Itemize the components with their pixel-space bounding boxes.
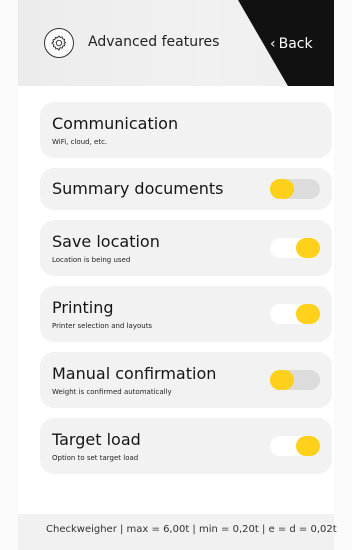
setting-title: Manual confirmation	[52, 364, 217, 383]
printing-toggle[interactable]	[270, 304, 320, 324]
setting-manual-confirmation[interactable]: Manual confirmation Weight is confirmed …	[40, 352, 332, 408]
frame-right	[334, 0, 352, 550]
setting-title: Printing	[52, 298, 114, 317]
screen: Advanced features ‹ Back Communication W…	[0, 0, 352, 550]
save-location-toggle[interactable]	[270, 238, 320, 258]
toggle-knob	[296, 238, 320, 258]
manual-confirmation-toggle[interactable]	[270, 370, 320, 390]
setting-title: Communication	[52, 114, 179, 133]
header: Advanced features ‹ Back	[18, 0, 334, 86]
toggle-knob	[270, 370, 294, 390]
setting-subtitle: Location is being used	[52, 256, 131, 264]
gear-icon	[44, 28, 74, 58]
setting-title: Summary documents	[52, 179, 224, 198]
toggle-knob	[296, 304, 320, 324]
frame-left	[0, 0, 18, 550]
setting-subtitle: Printer selection and layouts	[52, 322, 153, 330]
settings-list: Communication WiFi, cloud, etc. Summary …	[40, 102, 332, 484]
target-load-toggle[interactable]	[270, 436, 320, 456]
setting-printing[interactable]: Printing Printer selection and layouts	[40, 286, 332, 342]
setting-title: Save location	[52, 232, 160, 251]
setting-subtitle: Option to set target load	[52, 454, 139, 462]
back-button[interactable]: ‹ Back	[270, 32, 330, 56]
setting-target-load[interactable]: Target load Option to set target load	[40, 418, 332, 474]
setting-title: Target load	[52, 430, 141, 449]
toggle-knob	[270, 179, 294, 199]
page-title: Advanced features	[88, 34, 220, 50]
device-spec-text: Checkweigher | max = 6,00t | min = 0,20t…	[46, 524, 337, 535]
setting-summary-documents[interactable]: Summary documents	[40, 168, 332, 210]
setting-communication[interactable]: Communication WiFi, cloud, etc.	[40, 102, 332, 158]
setting-subtitle: Weight is confirmed automatically	[52, 388, 172, 396]
status-footer: Checkweigher | max = 6,00t | min = 0,20t…	[18, 514, 337, 550]
back-label: Back	[278, 36, 313, 52]
setting-subtitle: WiFi, cloud, etc.	[52, 138, 108, 146]
chevron-left-icon: ‹	[270, 36, 276, 52]
setting-save-location[interactable]: Save location Location is being used	[40, 220, 332, 276]
summary-documents-toggle[interactable]	[270, 179, 320, 199]
toggle-knob	[296, 436, 320, 456]
